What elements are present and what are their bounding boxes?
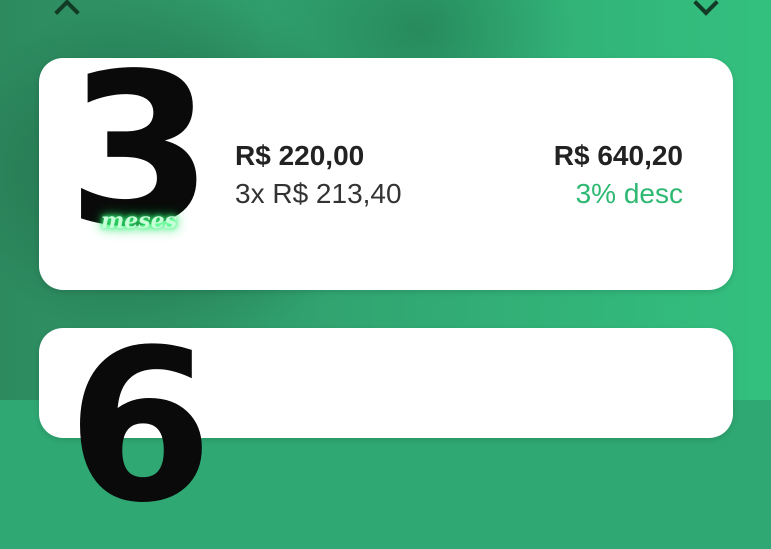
plan-card-3-months[interactable]: 3 meses R$ 220,00 3x R$ 213,40 R$ 640,20… <box>39 46 733 290</box>
plan-installments: 3x R$ 213,40 <box>235 178 402 209</box>
plan-total: R$ 640,20 <box>553 140 683 171</box>
plan-discount: 3% desc <box>575 178 683 209</box>
plan-months-number: 6 <box>67 304 213 549</box>
plan-price: R$ 220,00 <box>235 140 365 171</box>
plan-card-6-months[interactable]: 6 <box>39 322 733 532</box>
plan-months-label: meses <box>101 208 178 234</box>
